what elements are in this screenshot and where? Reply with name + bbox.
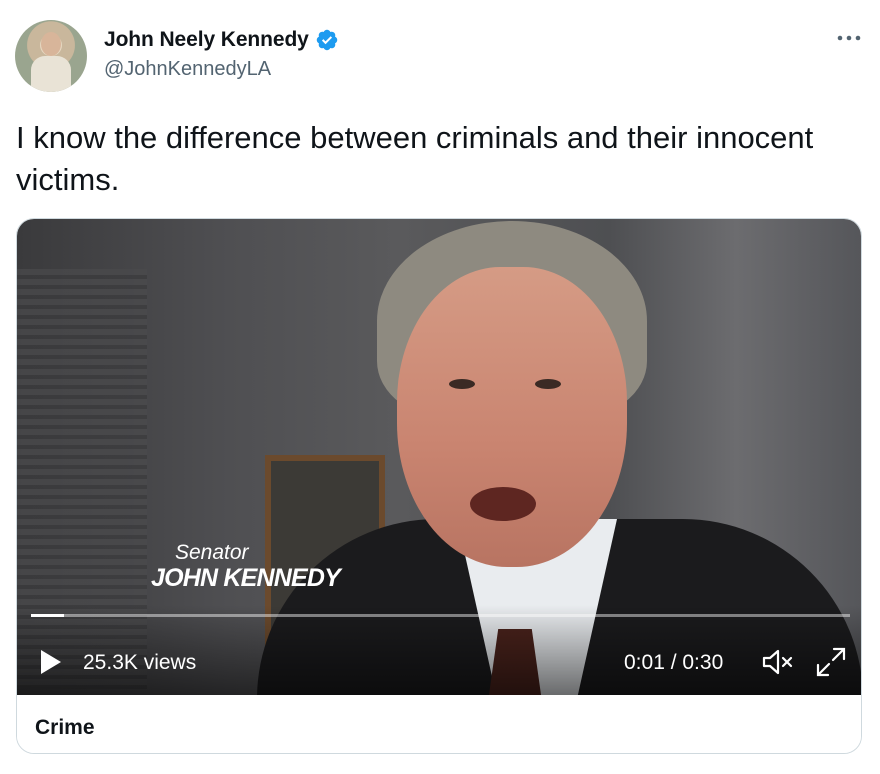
chyron-title: Senator — [175, 541, 249, 564]
speaker-face — [397, 267, 627, 567]
chyron-name: JOHN KENNEDY — [151, 564, 341, 592]
speaker-right-eye — [535, 379, 561, 389]
tweet-text: I know the difference between criminals … — [16, 120, 814, 197]
view-count: 25.3K views — [83, 651, 197, 674]
verified-badge-icon — [316, 29, 338, 51]
muted-speaker-icon[interactable] — [761, 647, 795, 677]
controls-overlay — [17, 605, 861, 695]
avatar[interactable] — [15, 20, 87, 92]
author-name-row: John Neely Kennedy — [104, 28, 339, 52]
topic-row[interactable]: Crime — [17, 695, 861, 753]
topic-label[interactable]: Crime — [35, 716, 95, 740]
media-card[interactable]: Senator JOHN KENNEDY 25.3K views 0:01 / … — [16, 218, 862, 754]
speaker-left-eye — [449, 379, 475, 389]
play-icon[interactable] — [39, 648, 63, 676]
avatar-figure-body — [31, 56, 71, 92]
video-player[interactable]: Senator JOHN KENNEDY 25.3K views 0:01 / … — [17, 219, 861, 695]
video-time: 0:01 / 0:30 — [624, 651, 724, 674]
progress-bar[interactable] — [31, 614, 850, 617]
author-display-name[interactable]: John Neely Kennedy — [104, 28, 309, 52]
speaker-mouth — [470, 487, 536, 521]
avatar-figure-face — [41, 32, 61, 56]
progress-bar-fill — [31, 614, 64, 617]
author-handle[interactable]: @JohnKennedyLA — [104, 58, 271, 81]
fullscreen-icon[interactable] — [814, 645, 848, 679]
more-dots-icon[interactable] — [834, 26, 864, 50]
